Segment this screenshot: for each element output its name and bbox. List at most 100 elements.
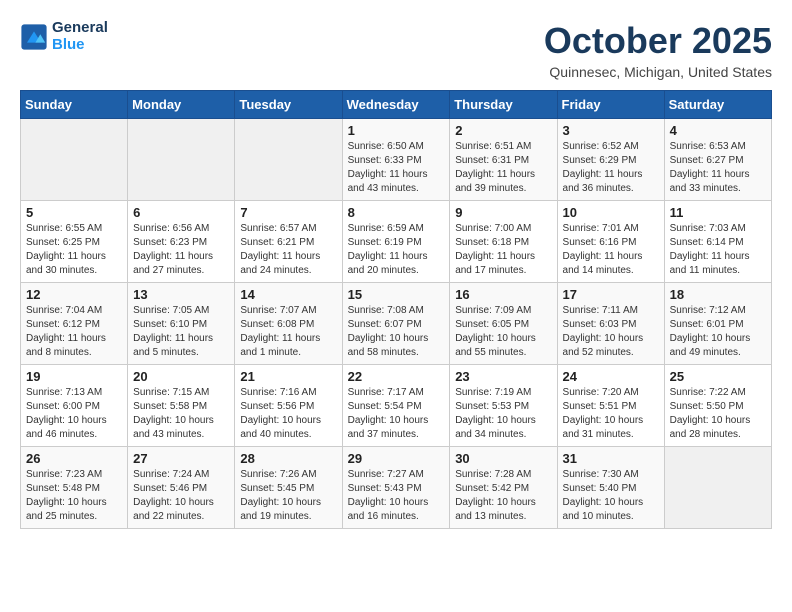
logo-line1: General: [52, 20, 108, 37]
calendar-cell: 20 Sunrise: 7:15 AMSunset: 5:58 PMDaylig…: [128, 365, 235, 447]
day-info: Sunrise: 7:15 AMSunset: 5:58 PMDaylight:…: [133, 387, 214, 440]
day-info: Sunrise: 7:20 AMSunset: 5:51 PMDaylight:…: [563, 387, 644, 440]
calendar-cell: 31 Sunrise: 7:30 AMSunset: 5:40 PMDaylig…: [557, 447, 664, 529]
day-number: 18: [670, 287, 766, 302]
day-number: 1: [348, 123, 445, 138]
day-info: Sunrise: 7:12 AMSunset: 6:01 PMDaylight:…: [670, 305, 751, 358]
day-info: Sunrise: 7:22 AMSunset: 5:50 PMDaylight:…: [670, 387, 751, 440]
day-info: Sunrise: 7:24 AMSunset: 5:46 PMDaylight:…: [133, 469, 214, 522]
calendar-cell: [128, 119, 235, 201]
day-number: 9: [455, 205, 551, 220]
calendar-cell: 1 Sunrise: 6:50 AMSunset: 6:33 PMDayligh…: [342, 119, 450, 201]
day-number: 26: [26, 451, 122, 466]
day-info: Sunrise: 6:56 AMSunset: 6:23 PMDaylight:…: [133, 223, 213, 276]
calendar-cell: 6 Sunrise: 6:56 AMSunset: 6:23 PMDayligh…: [128, 201, 235, 283]
calendar-cell: 10 Sunrise: 7:01 AMSunset: 6:16 PMDaylig…: [557, 201, 664, 283]
calendar-cell: 3 Sunrise: 6:52 AMSunset: 6:29 PMDayligh…: [557, 119, 664, 201]
day-info: Sunrise: 6:51 AMSunset: 6:31 PMDaylight:…: [455, 141, 535, 194]
day-info: Sunrise: 6:55 AMSunset: 6:25 PMDaylight:…: [26, 223, 106, 276]
day-number: 12: [26, 287, 122, 302]
calendar-cell: 5 Sunrise: 6:55 AMSunset: 6:25 PMDayligh…: [21, 201, 128, 283]
calendar-week-2: 12 Sunrise: 7:04 AMSunset: 6:12 PMDaylig…: [21, 283, 772, 365]
day-info: Sunrise: 6:53 AMSunset: 6:27 PMDaylight:…: [670, 141, 750, 194]
day-info: Sunrise: 7:09 AMSunset: 6:05 PMDaylight:…: [455, 305, 536, 358]
day-info: Sunrise: 7:28 AMSunset: 5:42 PMDaylight:…: [455, 469, 536, 522]
calendar-cell: 24 Sunrise: 7:20 AMSunset: 5:51 PMDaylig…: [557, 365, 664, 447]
weekday-header-thursday: Thursday: [450, 91, 557, 119]
day-number: 11: [670, 205, 766, 220]
day-info: Sunrise: 7:26 AMSunset: 5:45 PMDaylight:…: [240, 469, 321, 522]
calendar-cell: 12 Sunrise: 7:04 AMSunset: 6:12 PMDaylig…: [21, 283, 128, 365]
day-info: Sunrise: 7:03 AMSunset: 6:14 PMDaylight:…: [670, 223, 750, 276]
weekday-header-monday: Monday: [128, 91, 235, 119]
calendar-cell: [235, 119, 342, 201]
weekday-header-tuesday: Tuesday: [235, 91, 342, 119]
month-title: October 2025: [544, 20, 772, 62]
day-info: Sunrise: 6:57 AMSunset: 6:21 PMDaylight:…: [240, 223, 320, 276]
day-number: 21: [240, 369, 336, 384]
day-number: 10: [563, 205, 659, 220]
calendar-cell: 29 Sunrise: 7:27 AMSunset: 5:43 PMDaylig…: [342, 447, 450, 529]
day-info: Sunrise: 7:23 AMSunset: 5:48 PMDaylight:…: [26, 469, 107, 522]
day-info: Sunrise: 7:05 AMSunset: 6:10 PMDaylight:…: [133, 305, 213, 358]
day-info: Sunrise: 7:19 AMSunset: 5:53 PMDaylight:…: [455, 387, 536, 440]
day-number: 16: [455, 287, 551, 302]
logo-line2: Blue: [52, 37, 108, 54]
calendar-cell: 4 Sunrise: 6:53 AMSunset: 6:27 PMDayligh…: [664, 119, 771, 201]
calendar-cell: 22 Sunrise: 7:17 AMSunset: 5:54 PMDaylig…: [342, 365, 450, 447]
day-number: 7: [240, 205, 336, 220]
day-info: Sunrise: 6:52 AMSunset: 6:29 PMDaylight:…: [563, 141, 643, 194]
calendar-cell: 19 Sunrise: 7:13 AMSunset: 6:00 PMDaylig…: [21, 365, 128, 447]
calendar-cell: [664, 447, 771, 529]
calendar-cell: 13 Sunrise: 7:05 AMSunset: 6:10 PMDaylig…: [128, 283, 235, 365]
day-info: Sunrise: 6:59 AMSunset: 6:19 PMDaylight:…: [348, 223, 428, 276]
calendar-cell: 26 Sunrise: 7:23 AMSunset: 5:48 PMDaylig…: [21, 447, 128, 529]
page-header: General Blue October 2025 Quinnesec, Mic…: [20, 20, 772, 80]
day-number: 19: [26, 369, 122, 384]
calendar-cell: 18 Sunrise: 7:12 AMSunset: 6:01 PMDaylig…: [664, 283, 771, 365]
title-block: October 2025 Quinnesec, Michigan, United…: [544, 20, 772, 80]
day-info: Sunrise: 7:30 AMSunset: 5:40 PMDaylight:…: [563, 469, 644, 522]
calendar-cell: 9 Sunrise: 7:00 AMSunset: 6:18 PMDayligh…: [450, 201, 557, 283]
calendar-cell: 17 Sunrise: 7:11 AMSunset: 6:03 PMDaylig…: [557, 283, 664, 365]
calendar-cell: 7 Sunrise: 6:57 AMSunset: 6:21 PMDayligh…: [235, 201, 342, 283]
weekday-header-saturday: Saturday: [664, 91, 771, 119]
calendar-cell: 14 Sunrise: 7:07 AMSunset: 6:08 PMDaylig…: [235, 283, 342, 365]
calendar-cell: 11 Sunrise: 7:03 AMSunset: 6:14 PMDaylig…: [664, 201, 771, 283]
weekday-header-row: SundayMondayTuesdayWednesdayThursdayFrid…: [21, 91, 772, 119]
day-info: Sunrise: 7:27 AMSunset: 5:43 PMDaylight:…: [348, 469, 429, 522]
day-info: Sunrise: 7:16 AMSunset: 5:56 PMDaylight:…: [240, 387, 321, 440]
day-info: Sunrise: 7:01 AMSunset: 6:16 PMDaylight:…: [563, 223, 643, 276]
day-number: 28: [240, 451, 336, 466]
day-number: 30: [455, 451, 551, 466]
day-number: 3: [563, 123, 659, 138]
day-info: Sunrise: 7:11 AMSunset: 6:03 PMDaylight:…: [563, 305, 644, 358]
calendar-week-4: 26 Sunrise: 7:23 AMSunset: 5:48 PMDaylig…: [21, 447, 772, 529]
day-number: 6: [133, 205, 229, 220]
calendar-cell: 15 Sunrise: 7:08 AMSunset: 6:07 PMDaylig…: [342, 283, 450, 365]
day-number: 13: [133, 287, 229, 302]
day-number: 25: [670, 369, 766, 384]
calendar: SundayMondayTuesdayWednesdayThursdayFrid…: [20, 90, 772, 529]
calendar-week-0: 1 Sunrise: 6:50 AMSunset: 6:33 PMDayligh…: [21, 119, 772, 201]
calendar-cell: 28 Sunrise: 7:26 AMSunset: 5:45 PMDaylig…: [235, 447, 342, 529]
calendar-cell: 16 Sunrise: 7:09 AMSunset: 6:05 PMDaylig…: [450, 283, 557, 365]
day-info: Sunrise: 7:08 AMSunset: 6:07 PMDaylight:…: [348, 305, 429, 358]
day-number: 24: [563, 369, 659, 384]
logo-icon: [20, 23, 48, 51]
calendar-cell: 8 Sunrise: 6:59 AMSunset: 6:19 PMDayligh…: [342, 201, 450, 283]
calendar-cell: 30 Sunrise: 7:28 AMSunset: 5:42 PMDaylig…: [450, 447, 557, 529]
day-number: 22: [348, 369, 445, 384]
day-number: 17: [563, 287, 659, 302]
day-info: Sunrise: 7:13 AMSunset: 6:00 PMDaylight:…: [26, 387, 107, 440]
calendar-cell: 23 Sunrise: 7:19 AMSunset: 5:53 PMDaylig…: [450, 365, 557, 447]
day-number: 15: [348, 287, 445, 302]
weekday-header-friday: Friday: [557, 91, 664, 119]
day-number: 2: [455, 123, 551, 138]
calendar-cell: 25 Sunrise: 7:22 AMSunset: 5:50 PMDaylig…: [664, 365, 771, 447]
day-info: Sunrise: 7:17 AMSunset: 5:54 PMDaylight:…: [348, 387, 429, 440]
calendar-cell: 21 Sunrise: 7:16 AMSunset: 5:56 PMDaylig…: [235, 365, 342, 447]
day-number: 8: [348, 205, 445, 220]
day-info: Sunrise: 6:50 AMSunset: 6:33 PMDaylight:…: [348, 141, 428, 194]
day-number: 5: [26, 205, 122, 220]
